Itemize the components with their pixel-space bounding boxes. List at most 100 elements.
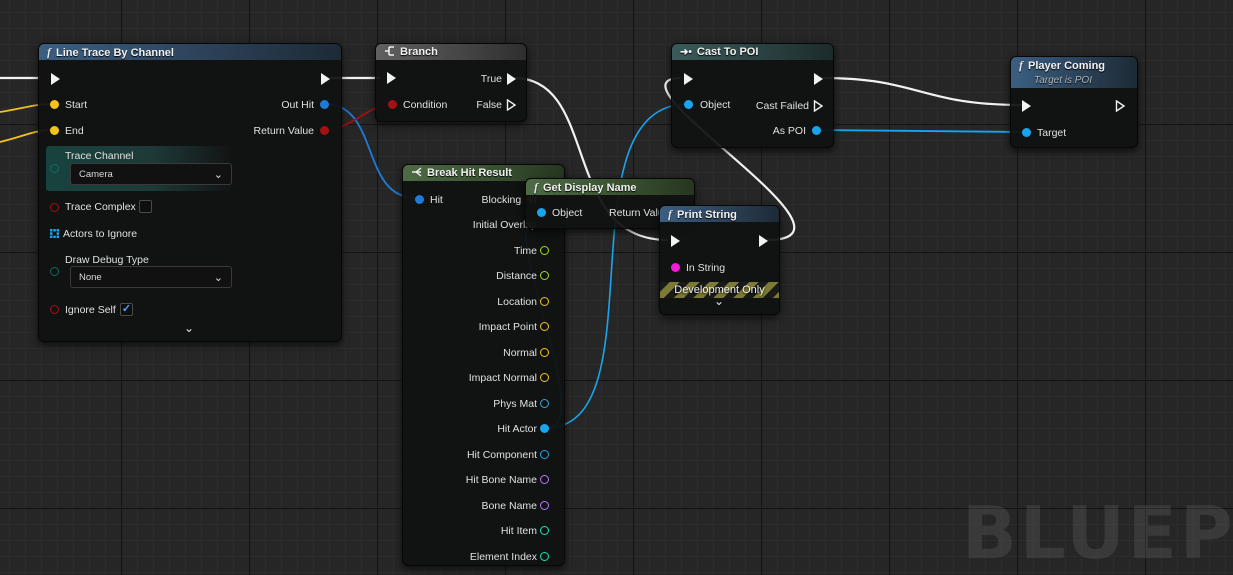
node-header[interactable]: f Line Trace By Channel xyxy=(39,44,341,60)
branch-node[interactable]: Branch Condition True False xyxy=(375,43,527,122)
output-label: Hit Actor xyxy=(497,423,537,435)
expand-chevron-icon[interactable]: ⌄ xyxy=(184,321,194,335)
end-label: End xyxy=(65,125,84,137)
output-pin[interactable] xyxy=(540,552,549,561)
output-pin[interactable] xyxy=(540,373,549,382)
exec-in-pin[interactable] xyxy=(51,73,60,85)
target-pin[interactable] xyxy=(1022,128,1031,137)
cast-to-poi-node[interactable]: ➜• Cast To POI Object Cast Failed As POI xyxy=(671,43,834,148)
output-pin[interactable] xyxy=(540,475,549,484)
object-pin[interactable] xyxy=(684,100,693,109)
chevron-down-icon: ⌄ xyxy=(213,272,223,284)
node-header[interactable]: ➜• Cast To POI xyxy=(672,44,833,60)
false-label: False xyxy=(476,99,502,111)
output-label: Phys Mat xyxy=(493,398,537,410)
function-icon: f xyxy=(47,45,51,59)
output-pin[interactable] xyxy=(540,271,549,280)
output-pin[interactable] xyxy=(540,399,549,408)
node-header[interactable]: f Get Display Name xyxy=(526,179,694,195)
output-pin[interactable] xyxy=(540,348,549,357)
print-string-node[interactable]: f Print String In String Development Only… xyxy=(659,205,780,315)
node-title: Player Coming xyxy=(1028,60,1106,72)
trace-complex-checkbox[interactable] xyxy=(139,200,152,213)
node-header[interactable]: Branch xyxy=(376,44,526,60)
exec-out-pin[interactable] xyxy=(321,73,330,85)
cast-failed-label: Cast Failed xyxy=(755,100,809,112)
true-exec-pin[interactable] xyxy=(507,73,516,85)
trace-channel-pin[interactable] xyxy=(50,164,59,173)
object-wire-aspoi-to-target xyxy=(814,129,1027,133)
object-label: Object xyxy=(700,99,731,111)
line-trace-by-channel-node[interactable]: f Line Trace By Channel Start End Trace C… xyxy=(38,43,342,342)
exec-out-pin[interactable] xyxy=(759,235,768,247)
output-pin[interactable] xyxy=(540,526,549,535)
as-poi-pin[interactable] xyxy=(812,126,821,135)
in-string-pin[interactable] xyxy=(671,263,680,272)
output-label: Time xyxy=(514,245,537,257)
return-value-label: Return Value xyxy=(253,125,314,137)
break-struct-icon xyxy=(412,167,422,177)
output-label: Bone Name xyxy=(481,500,537,512)
expand-chevron-icon[interactable]: ⌄ xyxy=(714,294,724,308)
exec-in-pin[interactable] xyxy=(387,72,396,84)
output-label: Hit Component xyxy=(466,449,537,461)
function-icon: f xyxy=(668,207,672,221)
true-label: True xyxy=(480,73,502,85)
chevron-down-icon: ⌄ xyxy=(213,169,223,181)
exec-out-pin[interactable] xyxy=(814,73,823,85)
trace-channel-value: Camera xyxy=(79,169,113,180)
return-value-pin[interactable] xyxy=(320,126,329,135)
hit-actor-pin[interactable] xyxy=(540,424,549,433)
branch-icon xyxy=(385,46,394,56)
output-pin[interactable] xyxy=(540,450,549,459)
cast-failed-exec-pin[interactable] xyxy=(813,100,825,112)
hit-pin[interactable] xyxy=(415,195,424,204)
output-pin[interactable] xyxy=(540,322,549,331)
exec-in-pin[interactable] xyxy=(684,73,693,85)
exec-wire-cast-to-player-coming xyxy=(821,76,1023,107)
node-title: Break Hit Result xyxy=(427,167,512,179)
trace-complex-pin[interactable] xyxy=(50,203,59,212)
ignore-self-checkbox[interactable]: ✓ xyxy=(120,303,133,316)
node-title: Get Display Name xyxy=(543,182,637,194)
player-coming-node[interactable]: f Player Coming Target is POI Target xyxy=(1010,56,1138,148)
condition-label: Condition xyxy=(403,99,448,111)
start-pin[interactable] xyxy=(50,100,59,109)
as-poi-label: As POI xyxy=(772,125,806,137)
cast-icon: ➜• xyxy=(680,47,692,58)
node-header[interactable]: f Player Coming Target is POI xyxy=(1011,57,1137,88)
function-icon: f xyxy=(1019,58,1023,72)
exec-in-pin[interactable] xyxy=(1022,100,1031,112)
node-subtitle: Target is POI xyxy=(1034,75,1092,86)
hit-label: Hit xyxy=(430,194,443,206)
actors-to-ignore-label: Actors to Ignore xyxy=(63,228,138,240)
output-label: Hit Bone Name xyxy=(465,474,537,486)
trace-channel-label: Trace Channel xyxy=(65,150,134,162)
ignore-self-label: Ignore Self xyxy=(65,304,116,316)
output-pin[interactable] xyxy=(540,297,549,306)
output-pin[interactable] xyxy=(540,501,549,510)
node-header[interactable]: f Print String xyxy=(660,206,779,222)
in-string-label: In String xyxy=(686,262,726,274)
node-title: Cast To POI xyxy=(696,46,759,58)
draw-debug-type-pin[interactable] xyxy=(50,267,59,276)
draw-debug-type-dropdown[interactable]: None ⌄ xyxy=(70,266,232,288)
output-label: Normal xyxy=(503,347,537,359)
exec-in-pin[interactable] xyxy=(671,235,680,247)
trace-channel-dropdown[interactable]: Camera ⌄ xyxy=(70,163,232,185)
start-label: Start xyxy=(65,99,88,111)
ignore-self-pin[interactable] xyxy=(50,305,59,314)
draw-debug-type-label: Draw Debug Type xyxy=(65,254,149,266)
end-pin[interactable] xyxy=(50,126,59,135)
node-title: Line Trace By Channel xyxy=(56,47,174,59)
out-hit-pin[interactable] xyxy=(320,100,329,109)
object-pin[interactable] xyxy=(537,208,546,217)
array-pin-icon[interactable] xyxy=(50,229,59,238)
exec-out-pin[interactable] xyxy=(1115,100,1127,112)
output-label: Element Index xyxy=(469,551,537,563)
node-title: Print String xyxy=(677,209,737,221)
output-pin[interactable] xyxy=(540,246,549,255)
condition-pin[interactable] xyxy=(388,100,397,109)
output-label: Hit Item xyxy=(500,525,537,537)
false-exec-pin[interactable] xyxy=(506,99,518,111)
